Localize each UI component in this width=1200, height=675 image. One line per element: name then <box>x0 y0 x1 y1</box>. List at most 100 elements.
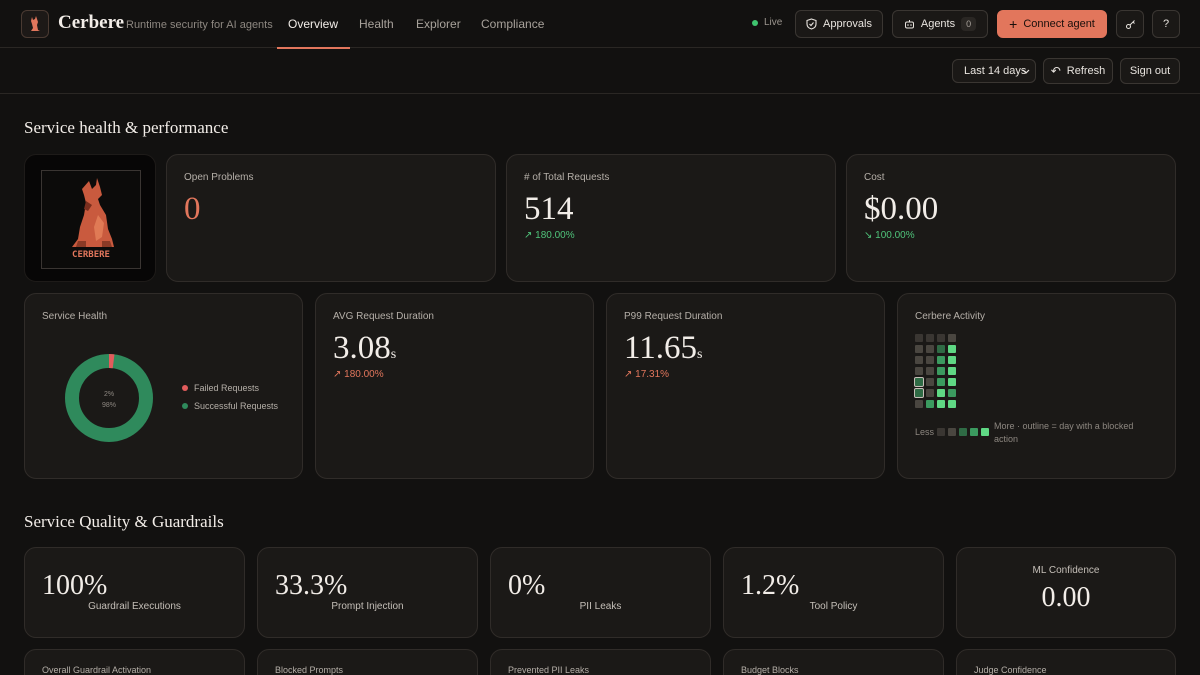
tab-health[interactable]: Health <box>359 0 394 48</box>
tab-compliance[interactable]: Compliance <box>481 0 544 48</box>
guardrail-executions-card[interactable]: 100% Guardrail Executions <box>24 547 245 638</box>
p99-duration-value-wrap: 11.65s <box>624 330 702 367</box>
pii-leaks-label: PII Leaks <box>579 601 622 612</box>
ml-confidence-card[interactable]: ML Confidence 0.00 <box>956 547 1176 638</box>
connect-agent-button[interactable]: + Connect agent <box>997 10 1107 38</box>
success-dot-icon <box>182 403 188 409</box>
refresh-button[interactable]: ↶ Refresh <box>1043 58 1113 84</box>
activity-cell <box>937 367 945 375</box>
activity-less-label: Less <box>915 427 935 437</box>
plus-icon: + <box>1009 16 1018 32</box>
prompt-injection-label: Prompt Injection <box>331 601 404 612</box>
activity-card[interactable]: Cerbere Activity Less More · outline = d… <box>897 293 1176 479</box>
sign-out-button[interactable]: Sign out <box>1120 58 1180 84</box>
brand-logo[interactable] <box>21 10 49 38</box>
cerbere-dog-illustration: CERBERE <box>72 178 114 260</box>
activity-cell <box>937 400 945 408</box>
activity-cell <box>948 389 956 397</box>
prevented-pii-label: Prevented PII Leaks <box>508 665 590 675</box>
legend-failed: Failed Requests <box>182 383 259 393</box>
top-navigation: Cerbere Runtime security for AI agents O… <box>0 0 1200 49</box>
legend-success-label: Successful Requests <box>194 401 279 411</box>
activity-cell <box>926 356 934 364</box>
key-button[interactable] <box>1116 10 1144 38</box>
p99-duration-card[interactable]: P99 Request Duration 11.65s ↗ 17.31% <box>606 293 885 479</box>
tool-policy-card[interactable]: 1.2% Tool Policy <box>723 547 944 638</box>
legend-failed-label: Failed Requests <box>194 383 260 393</box>
toolbar: Last 14 days ↶ Refresh Sign out <box>0 48 1200 94</box>
activity-cell <box>937 356 945 364</box>
help-icon: ? <box>1162 18 1170 30</box>
guardrail-executions-label: Guardrail Executions <box>88 601 181 612</box>
donut-failed-pct: 2% <box>104 391 114 398</box>
activity-cell <box>915 400 923 408</box>
cost-card[interactable]: Cost $0.00 ↘ 100.00% <box>846 154 1176 282</box>
chevron-down-icon <box>1022 69 1030 74</box>
p99-duration-unit: s <box>697 347 703 362</box>
connect-agent-label: Connect agent <box>1023 18 1095 30</box>
cerbere-logo-image: CERBERE <box>41 170 141 269</box>
activity-scale-swatch <box>959 428 967 436</box>
activity-cell <box>948 378 956 386</box>
activity-cell <box>937 334 945 342</box>
activity-cell <box>948 400 956 408</box>
shield-icon <box>806 18 817 30</box>
agents-label: Agents <box>920 18 956 30</box>
service-health-label: Service Health <box>42 311 108 322</box>
activity-cell <box>915 345 923 353</box>
pii-leaks-card[interactable]: 0% PII Leaks <box>490 547 711 638</box>
cerbere-logo-card: CERBERE <box>24 154 156 282</box>
tab-overview[interactable]: Overview <box>276 0 351 49</box>
refresh-label: Refresh <box>1066 65 1106 77</box>
avg-duration-delta: ↗ 180.00% <box>333 369 384 380</box>
total-requests-card[interactable]: # of Total Requests 514 ↗ 180.00% <box>506 154 836 282</box>
activity-cell <box>915 334 923 342</box>
open-problems-card[interactable]: Open Problems 0 <box>166 154 496 282</box>
activity-cell <box>948 367 956 375</box>
cost-delta: ↘ 100.00% <box>864 230 915 241</box>
refresh-icon: ↶ <box>1050 64 1061 78</box>
activity-cell <box>948 356 956 364</box>
activity-label: Cerbere Activity <box>915 311 986 322</box>
tool-policy-value: 1.2% <box>741 570 800 601</box>
brand-name: Cerbere <box>58 12 125 33</box>
live-dot-icon <box>752 19 758 26</box>
activity-scale-swatch <box>937 428 945 436</box>
activity-cell <box>948 345 956 353</box>
judge-confidence-card[interactable]: Judge Confidence <box>956 649 1176 675</box>
activity-cell <box>926 345 934 353</box>
cost-value: $0.00 <box>864 191 939 227</box>
activity-cell <box>914 388 924 398</box>
agents-button[interactable]: Agents 0 <box>892 10 988 38</box>
prevented-pii-card[interactable]: Prevented PII Leaks <box>490 649 711 675</box>
service-health-card[interactable]: Service Health 2% 98% Failed Requests Su… <box>24 293 303 479</box>
tab-explorer[interactable]: Explorer <box>416 0 461 48</box>
prompt-injection-card[interactable]: 33.3% Prompt Injection <box>257 547 478 638</box>
service-health-donut: 2% 98% <box>65 354 153 442</box>
activity-cell <box>926 389 934 397</box>
key-icon <box>1125 19 1135 29</box>
p99-duration-label: P99 Request Duration <box>624 311 723 322</box>
guardrail-activation-card[interactable]: Overall Guardrail Activation <box>24 649 245 675</box>
activity-scale-swatch <box>970 428 978 436</box>
avg-duration-value-wrap: 3.08s <box>333 330 396 367</box>
logo-wordmark: CERBERE <box>72 250 110 260</box>
guardrail-executions-value: 100% <box>42 570 108 601</box>
donut-success-pct: 98% <box>102 402 116 409</box>
open-problems-value: 0 <box>184 191 201 227</box>
help-button[interactable]: ? <box>1152 10 1180 38</box>
activity-cell <box>926 378 934 386</box>
blocked-prompts-card[interactable]: Blocked Prompts <box>257 649 478 675</box>
avg-duration-card[interactable]: AVG Request Duration 3.08s ↗ 180.00% <box>315 293 594 479</box>
date-range-select[interactable]: Last 14 days <box>952 59 1036 83</box>
activity-cell <box>915 356 923 364</box>
budget-blocks-card[interactable]: Budget Blocks <box>723 649 944 675</box>
p99-duration-value: 11.65 <box>624 330 698 366</box>
activity-cell <box>926 334 934 342</box>
tool-policy-label: Tool Policy <box>809 601 858 612</box>
quality-section-title: Service Quality & Guardrails <box>24 512 224 531</box>
sign-out-label: Sign out <box>1129 65 1171 77</box>
open-problems-label: Open Problems <box>184 172 254 183</box>
approvals-button[interactable]: Approvals <box>795 10 883 38</box>
activity-cell <box>937 345 945 353</box>
